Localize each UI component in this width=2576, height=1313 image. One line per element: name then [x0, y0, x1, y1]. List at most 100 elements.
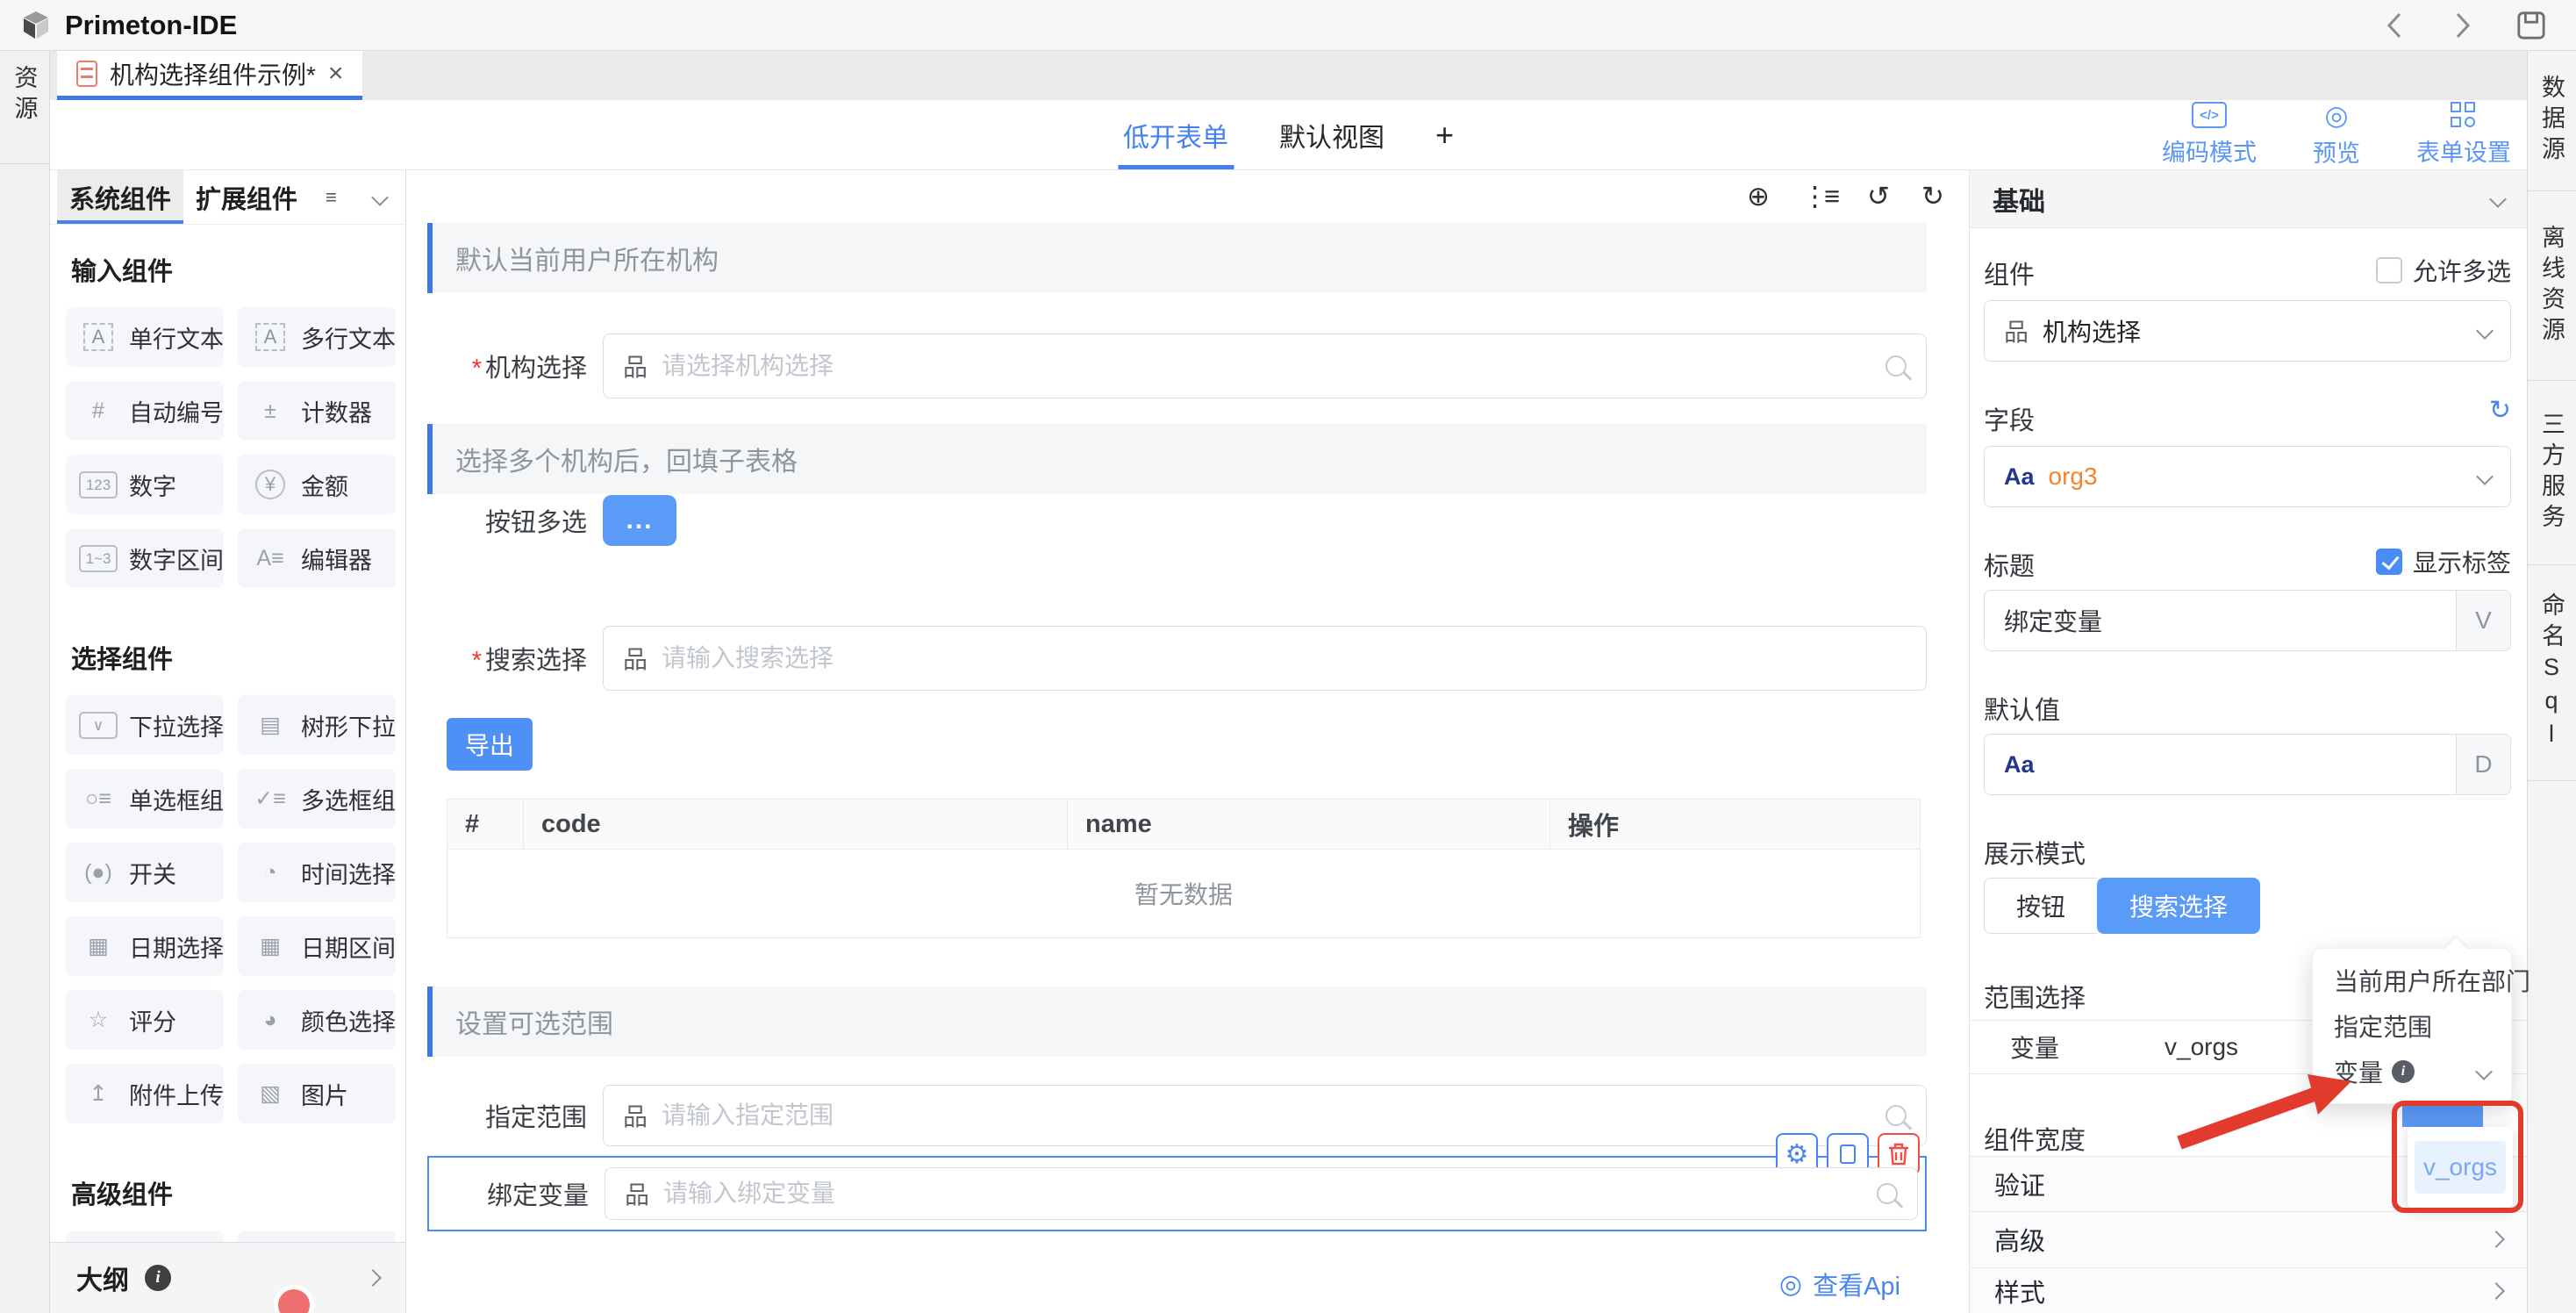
redo-icon[interactable]: ↻: [1921, 183, 1944, 210]
component-item[interactable]: ○≡ 单选框组: [66, 769, 224, 829]
default-prop-label: 默认值: [1984, 690, 2511, 727]
multi-select-button[interactable]: ...: [603, 495, 676, 546]
forward-icon[interactable]: [2448, 11, 2478, 40]
list-menu-icon[interactable]: ≡: [326, 186, 337, 209]
back-icon[interactable]: [2379, 11, 2409, 40]
component-item[interactable]: ▦ 日期选择: [66, 916, 224, 976]
dropdown-option-current-dept[interactable]: 当前用户所在部门: [2313, 958, 2511, 1003]
bind-variable-field[interactable]: [663, 1180, 1863, 1208]
component-item[interactable]: ¥ 金额: [238, 455, 396, 514]
save-icon[interactable]: [2516, 11, 2546, 40]
add-view-button[interactable]: +: [1435, 100, 1454, 169]
component-item[interactable]: (●) 开关: [66, 843, 224, 902]
preview-button[interactable]: ◎ 预览: [2313, 102, 2360, 169]
component-item[interactable]: ✓≡ 多选框组: [238, 769, 396, 829]
component-item[interactable]: ◔ 时间选择: [238, 843, 396, 902]
form-settings-button[interactable]: 表单设置: [2416, 102, 2511, 168]
component-item[interactable]: ◉ 人员选择: [66, 1230, 224, 1242]
display-mode-button-option[interactable]: 按钮: [1984, 878, 2097, 934]
org-select-field[interactable]: [662, 352, 1871, 380]
component-icon: ▦: [250, 936, 290, 958]
document-tab[interactable]: 机构选择组件示例* ×: [57, 51, 362, 100]
default-suffix-button[interactable]: D: [2456, 735, 2510, 794]
export-button[interactable]: 导出: [447, 718, 533, 771]
app-header: Primeton-IDE: [0, 0, 2576, 51]
rail-item-offline-resources[interactable]: 离线资源: [2528, 191, 2576, 381]
tab-extension-components[interactable]: 扩展组件: [183, 170, 310, 224]
rail-item-third-party-services[interactable]: 三方服务: [2528, 381, 2576, 565]
component-item[interactable]: ± 计数器: [238, 381, 396, 441]
component-item[interactable]: ▦ 日期区间: [238, 916, 396, 976]
section-header-default-org[interactable]: 默认当前用户所在机构: [427, 223, 1927, 293]
default-value-input[interactable]: Aa D: [1984, 734, 2511, 795]
chevron-down-icon: [2476, 322, 2494, 340]
component-item[interactable]: ▤ 树形下拉: [238, 695, 396, 755]
tab-lowcode-form[interactable]: 低开表单: [1123, 100, 1228, 169]
title-value[interactable]: 绑定变量: [1985, 591, 2456, 650]
component-item[interactable]: 品 机构选择: [238, 1230, 396, 1242]
undo-icon[interactable]: ↺: [1867, 183, 1890, 210]
rail-item-resources[interactable]: 资源: [8, 65, 42, 126]
component-item[interactable]: 1~3 数字区间: [66, 528, 224, 588]
refresh-icon[interactable]: ↻: [2489, 395, 2511, 426]
dropdown-option-specified-range[interactable]: 指定范围: [2313, 1003, 2511, 1049]
component-label: 单选框组: [129, 782, 224, 816]
section-header-multi-backfill[interactable]: 选择多个机构后，回填子表格: [427, 424, 1927, 494]
inspector-section-basic[interactable]: 基础: [1970, 170, 2527, 228]
field-prop-label: 字段: [1984, 400, 2511, 437]
search-select-field[interactable]: [662, 644, 1907, 672]
group-title-input: 输入组件: [71, 251, 390, 288]
rail-item-named-sql[interactable]: 命名Sql: [2528, 565, 2576, 781]
component-icon: A: [83, 323, 113, 351]
component-type-select[interactable]: 品 机构选择: [1984, 300, 2511, 362]
tab-default-view[interactable]: 默认视图: [1279, 100, 1385, 169]
component-item[interactable]: ∨ 下拉选择: [66, 695, 224, 755]
field-select[interactable]: Aa org3: [1984, 446, 2511, 507]
component-item[interactable]: ↥ 附件上传: [66, 1064, 224, 1123]
component-icon: (●): [78, 862, 118, 884]
component-grid-select: ∨ 下拉选择 ▤ 树形下拉 ○≡ 单选框组 ✓≡: [66, 695, 390, 1123]
tab-system-components[interactable]: 系统组件: [57, 170, 183, 224]
rail-item-datasource[interactable]: 数据源: [2528, 51, 2576, 191]
component-item[interactable]: A 单行文本: [66, 307, 224, 367]
bind-variable-input[interactable]: 品: [605, 1167, 1918, 1220]
section-style[interactable]: 样式: [1970, 1267, 2527, 1313]
field-label: 机构选择: [485, 355, 587, 383]
selected-component-outline[interactable]: ⚙ 绑定变量 品: [427, 1156, 1927, 1231]
title-input[interactable]: 绑定变量 V: [1984, 590, 2511, 651]
outline-tree-icon[interactable]: ⋮≡: [1801, 183, 1835, 210]
specified-range-field[interactable]: [662, 1101, 1871, 1130]
component-item[interactable]: A 多行文本: [238, 307, 396, 367]
document-tab-strip: 机构选择组件示例* ×: [50, 51, 2527, 100]
display-mode-search-option[interactable]: 搜索选择: [2097, 878, 2260, 934]
sidebar-tabs: 系统组件 扩展组件 ≡: [50, 170, 405, 225]
close-icon[interactable]: ×: [328, 61, 344, 87]
component-icon: A≡: [250, 548, 290, 570]
view-api-link[interactable]: ◎ 查看Api: [1779, 1266, 1900, 1302]
globe-icon[interactable]: ⊕: [1747, 183, 1770, 210]
component-icon: ▧: [250, 1083, 290, 1105]
search-select-input[interactable]: 品: [603, 626, 1927, 691]
org-select-input[interactable]: 品: [603, 334, 1927, 398]
section-header-range[interactable]: 设置可选范围: [427, 987, 1927, 1057]
component-item[interactable]: 123 数字: [66, 455, 224, 514]
app-logo-icon: [19, 9, 53, 42]
outline-bar[interactable]: 大纲 i: [50, 1242, 406, 1313]
app-title: Primeton-IDE: [65, 10, 237, 41]
group-title-select: 选择组件: [71, 639, 390, 676]
specified-range-input[interactable]: 品: [603, 1085, 1927, 1146]
code-mode-button[interactable]: </> 编码模式: [2162, 102, 2257, 168]
component-item[interactable]: # 自动编号: [66, 381, 224, 441]
checkbox-checked[interactable]: [2376, 549, 2402, 575]
component-item[interactable]: ☆ 评分: [66, 990, 224, 1050]
section-advanced[interactable]: 高级: [1970, 1211, 2527, 1266]
component-item[interactable]: ◕ 颜色选择: [238, 990, 396, 1050]
chevron-down-icon[interactable]: [371, 189, 389, 206]
component-item[interactable]: ▧ 图片: [238, 1064, 396, 1123]
component-item[interactable]: A≡ 编辑器: [238, 528, 396, 588]
component-icon: ▦: [78, 936, 118, 958]
allow-multi-option[interactable]: 允许多选: [2376, 253, 2511, 288]
show-label-option[interactable]: 显示标签: [2376, 544, 2511, 579]
variable-suffix-button[interactable]: V: [2456, 591, 2510, 650]
checkbox-unchecked[interactable]: [2376, 257, 2402, 283]
